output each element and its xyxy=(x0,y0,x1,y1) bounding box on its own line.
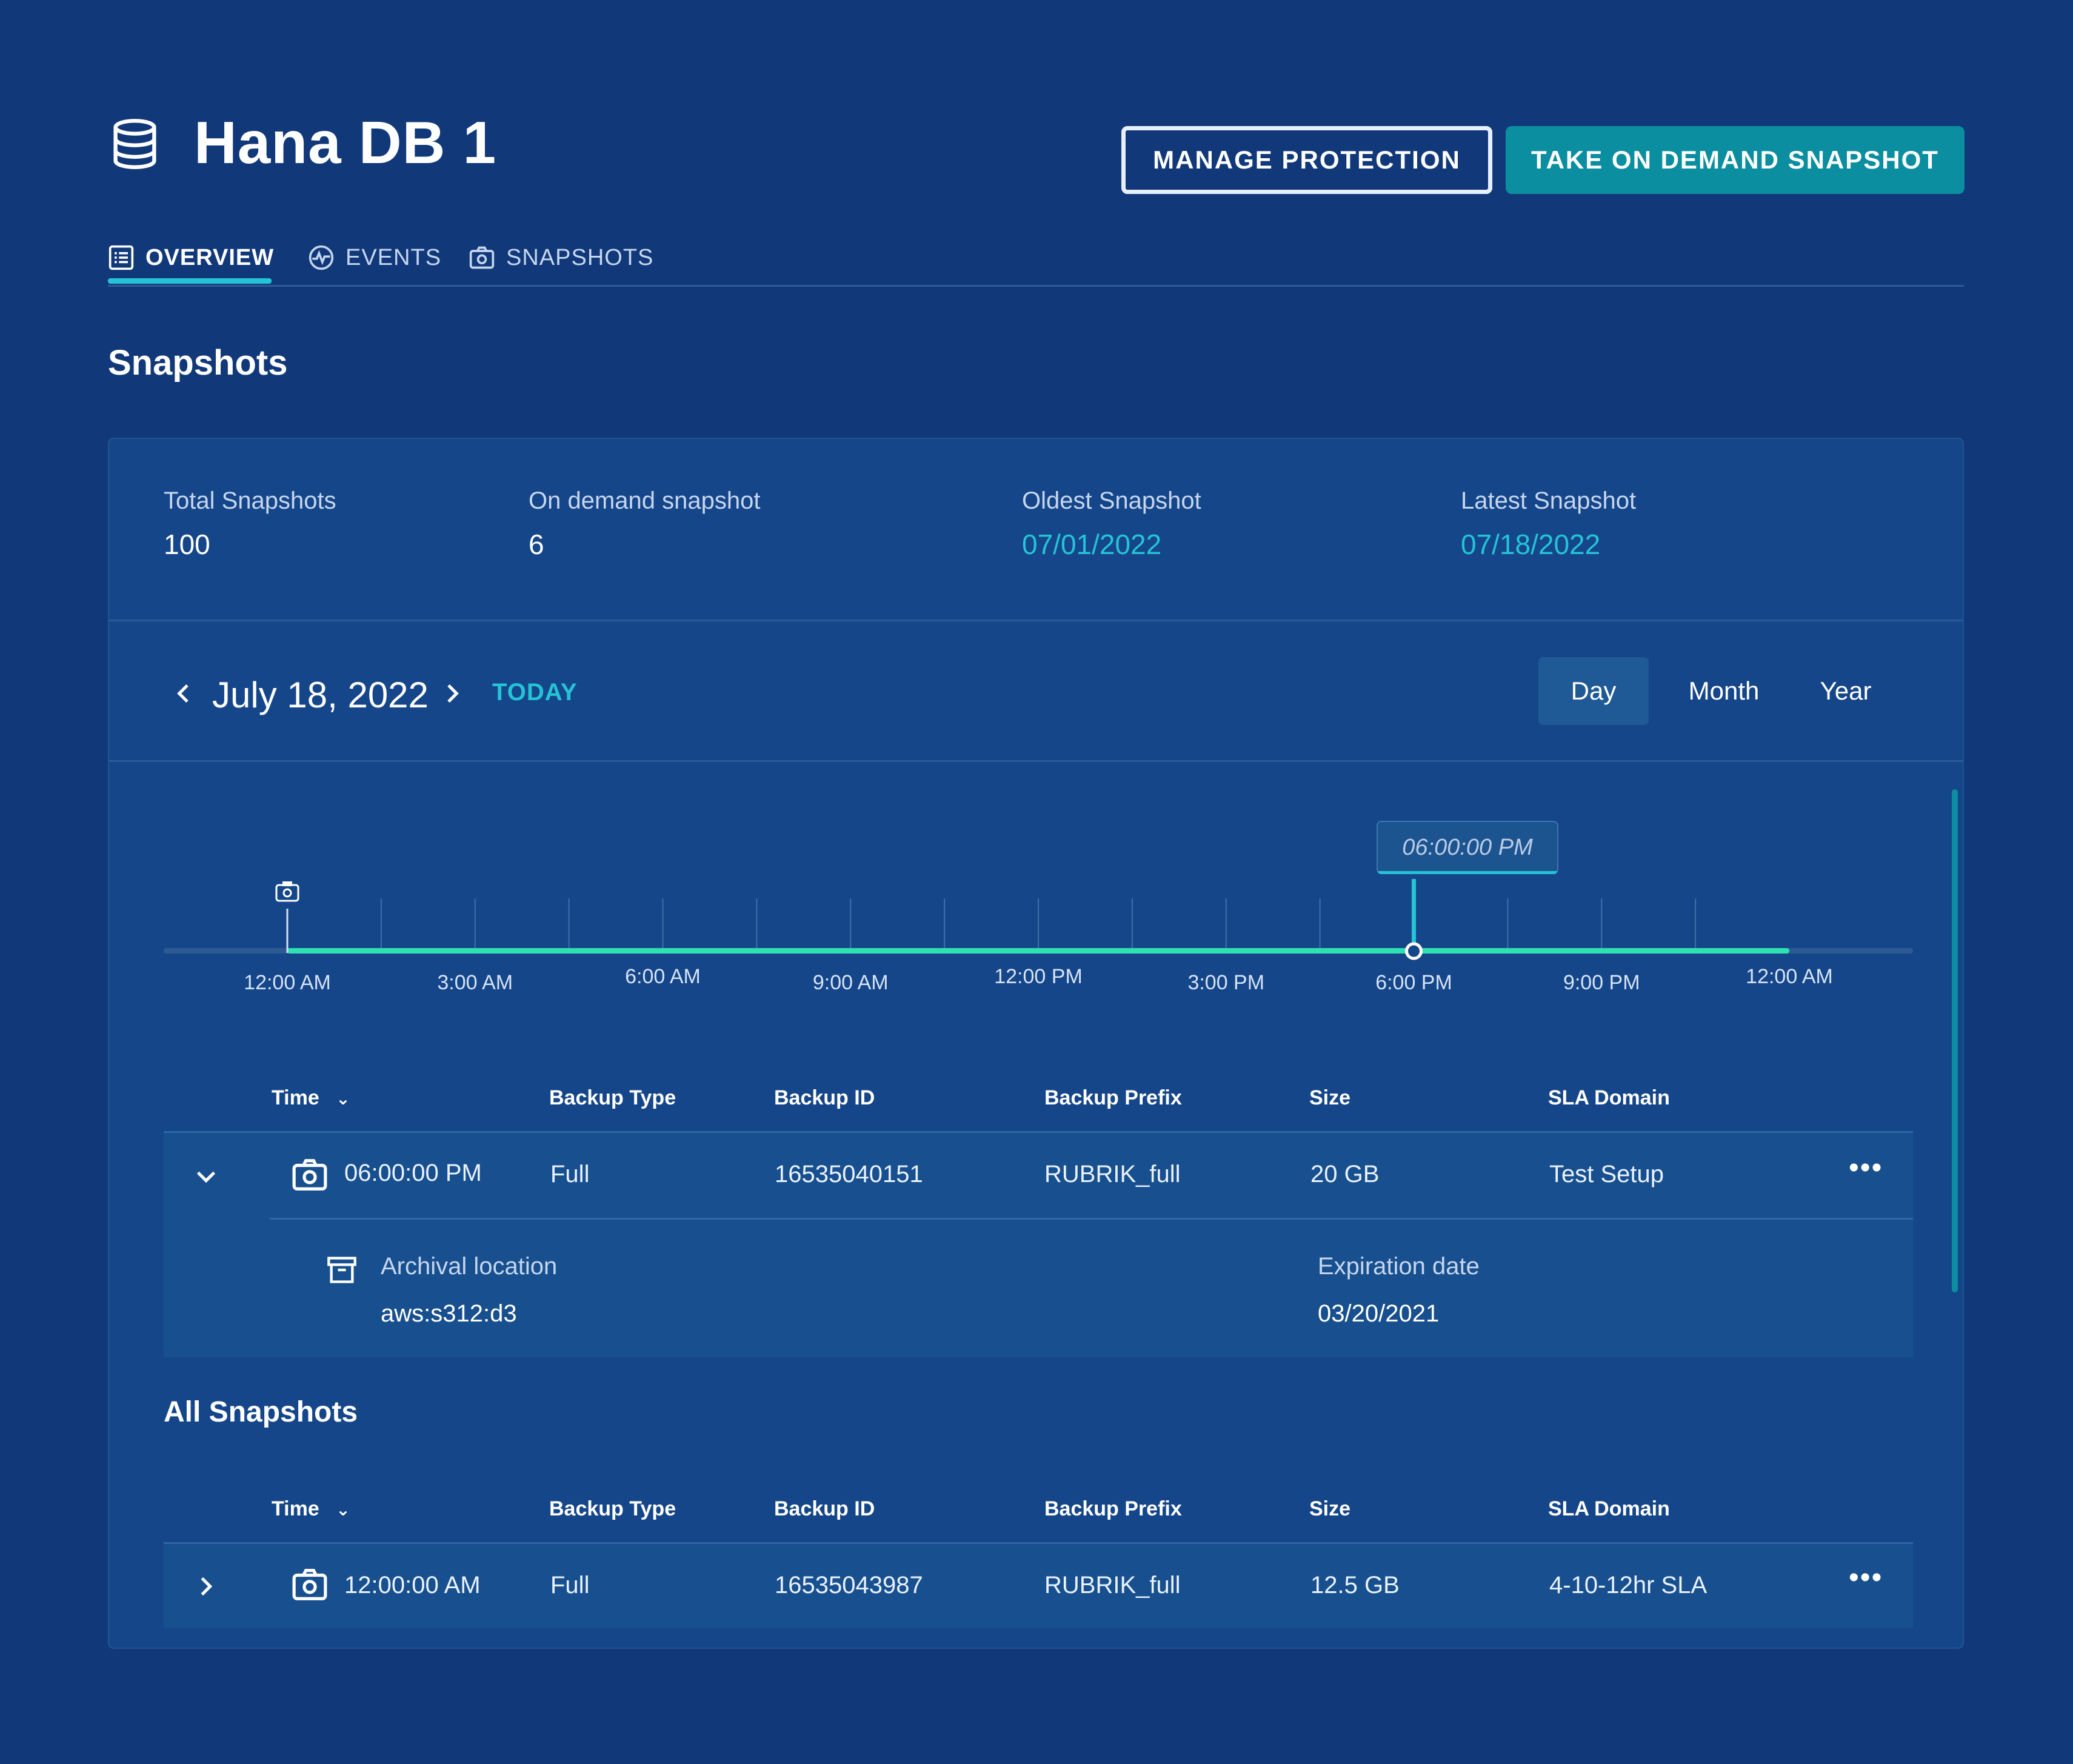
stat-oldest-snapshot: Oldest Snapshot 07/01/2022 xyxy=(1022,487,1201,561)
oldest-snapshot-link[interactable]: 07/01/2022 xyxy=(1022,528,1201,561)
stat-label: Oldest Snapshot xyxy=(1022,487,1201,514)
archive-icon xyxy=(327,1257,356,1283)
cell-backup-type: Full xyxy=(550,1161,590,1188)
col-size: Size xyxy=(1309,1086,1351,1109)
range-day[interactable]: Day xyxy=(1538,657,1649,725)
all-snapshots-title: All Snapshots xyxy=(164,1396,358,1428)
date-navigation: July 18, 2022 TODAY Day Month Year xyxy=(109,621,1963,761)
timeline-range xyxy=(287,948,1789,954)
timeline-selected-marker[interactable] xyxy=(1405,879,1423,960)
cell-size: 12.5 GB xyxy=(1310,1572,1400,1599)
cell-backup-type: Full xyxy=(550,1572,590,1599)
today-button[interactable]: TODAY xyxy=(492,679,578,706)
timeline-tick-label: 6:00 PM xyxy=(1375,971,1452,994)
cell-backup-prefix: RUBRIK_full xyxy=(1044,1572,1181,1599)
latest-snapshot-link[interactable]: 07/18/2022 xyxy=(1461,528,1636,561)
col-time[interactable]: Time ⌄ xyxy=(272,1086,350,1110)
archival-location-value: aws:s312:d3 xyxy=(381,1300,517,1327)
more-actions-icon[interactable]: ••• xyxy=(1849,1561,1883,1594)
divider xyxy=(109,760,1963,762)
timeline-tick-label: 12:00 AM xyxy=(1746,965,1833,988)
col-backup-prefix: Backup Prefix xyxy=(1044,1086,1182,1109)
stat-label: On demand snapshot xyxy=(529,487,761,514)
tab-snapshots[interactable]: SNAPSHOTS xyxy=(469,230,653,285)
cell-time: 12:00:00 AM xyxy=(344,1572,481,1599)
col-backup-id: Backup ID xyxy=(774,1086,875,1109)
snapshot-page: Hana DB 1 MANAGE PROTECTION TAKE ON DEMA… xyxy=(0,0,2073,1764)
stat-latest-snapshot: Latest Snapshot 07/18/2022 xyxy=(1461,487,1636,561)
divider xyxy=(270,1218,1913,1220)
manage-protection-button[interactable]: MANAGE PROTECTION xyxy=(1121,126,1492,194)
tab-bar: OVERVIEW EVENTS SNAPSHOTS xyxy=(108,230,1964,287)
stat-total-snapshots: Total Snapshots 100 xyxy=(164,487,336,561)
timeline-tick-label: 9:00 AM xyxy=(813,971,889,994)
current-date: July 18, 2022 xyxy=(212,675,429,715)
timeline-start-marker[interactable] xyxy=(275,881,299,953)
tab-overview-label: OVERVIEW xyxy=(145,244,275,270)
cell-time: 06:00:00 PM xyxy=(344,1160,482,1186)
tab-events[interactable]: EVENTS xyxy=(308,230,441,285)
expiration-date-label: Expiration date xyxy=(1318,1253,1480,1280)
stat-on-demand: On demand snapshot 6 xyxy=(529,487,760,561)
cell-sla-domain: Test Setup xyxy=(1549,1161,1664,1188)
camera-icon xyxy=(292,1569,327,1600)
timeline-tick-label: 12:00 PM xyxy=(994,965,1083,988)
chevron-right-icon[interactable] xyxy=(439,681,464,706)
camera-icon xyxy=(275,884,299,902)
scrollbar[interactable] xyxy=(1952,789,1958,1292)
activity-icon xyxy=(309,245,334,270)
camera-icon xyxy=(469,246,495,269)
stat-value: 100 xyxy=(164,529,210,560)
col-backup-prefix: Backup Prefix xyxy=(1044,1497,1182,1520)
chevron-down-icon[interactable] xyxy=(194,1164,218,1189)
col-time[interactable]: Time ⌄ xyxy=(272,1497,350,1521)
list-icon xyxy=(108,245,134,270)
tab-events-label: EVENTS xyxy=(346,244,442,270)
cell-sla-domain: 4-10-12hr SLA xyxy=(1549,1572,1707,1599)
timeline-chart[interactable]: 12:00 AM 3:00 AM 6:00 AM 9:00 AM 12:00 PM 3:0… xyxy=(164,821,1915,1045)
sort-chevron-icon[interactable]: ⌄ xyxy=(336,1089,350,1108)
col-backup-type: Backup Type xyxy=(549,1086,676,1109)
col-sla-domain: SLA Domain xyxy=(1548,1086,1670,1109)
cell-backup-prefix: RUBRIK_full xyxy=(1044,1161,1181,1188)
col-time-label: Time xyxy=(272,1497,319,1520)
take-on-demand-snapshot-button[interactable]: TAKE ON DEMAND SNAPSHOT xyxy=(1506,126,1965,194)
stat-value: 6 xyxy=(529,529,544,560)
cell-size: 20 GB xyxy=(1310,1161,1380,1188)
range-year[interactable]: Year xyxy=(1800,657,1891,725)
timeline-tick-label: 9:00 PM xyxy=(1563,971,1640,994)
col-time-label: Time xyxy=(272,1086,319,1109)
snapshot-timeline[interactable]: 06:00:00 PM 12:00 AM 3:00 AM 6:00 AM 9:00 A… xyxy=(164,821,1915,1045)
active-tab-indicator xyxy=(108,278,272,284)
col-size: Size xyxy=(1309,1497,1351,1520)
cell-backup-id: 16535043987 xyxy=(775,1572,923,1599)
col-backup-id: Backup ID xyxy=(774,1497,875,1520)
table-row[interactable]: 12:00:00 AM Full 16535043987 RUBRIK_full… xyxy=(164,1542,1913,1628)
timeline-tick-label: 6:00 AM xyxy=(625,965,701,988)
stat-label: Latest Snapshot xyxy=(1461,487,1637,514)
section-title: Snapshots xyxy=(108,343,288,383)
timeline-tick-label: 3:00 PM xyxy=(1187,971,1264,994)
camera-icon xyxy=(292,1159,327,1191)
timeline-tick-label: 12:00 AM xyxy=(244,971,331,994)
archival-location-label: Archival location xyxy=(381,1253,558,1280)
range-month[interactable]: Month xyxy=(1666,657,1782,725)
tab-overview[interactable]: OVERVIEW xyxy=(108,230,274,285)
expiration-date-value: 03/20/2021 xyxy=(1318,1300,1440,1327)
more-actions-icon[interactable]: ••• xyxy=(1849,1151,1883,1184)
table-row-expanded[interactable]: 06:00:00 PM Full 16535040151 RUBRIK_full… xyxy=(164,1131,1913,1357)
chevron-right-icon[interactable] xyxy=(194,1574,218,1599)
database-icon xyxy=(113,119,156,169)
sort-chevron-icon[interactable]: ⌄ xyxy=(336,1500,350,1519)
col-backup-type: Backup Type xyxy=(549,1497,676,1520)
tab-snapshots-label: SNAPSHOTS xyxy=(506,244,654,270)
timeline-tick-label: 3:00 AM xyxy=(437,971,513,994)
col-sla-domain: SLA Domain xyxy=(1548,1497,1670,1520)
selected-time-handle[interactable] xyxy=(1405,942,1423,960)
chevron-left-icon[interactable] xyxy=(172,681,196,706)
snapshots-panel: Total Snapshots 100 On demand snapshot 6… xyxy=(108,438,1964,1649)
stat-label: Total Snapshots xyxy=(164,487,336,514)
cell-backup-id: 16535040151 xyxy=(775,1161,923,1188)
page-title: Hana DB 1 xyxy=(194,109,497,176)
